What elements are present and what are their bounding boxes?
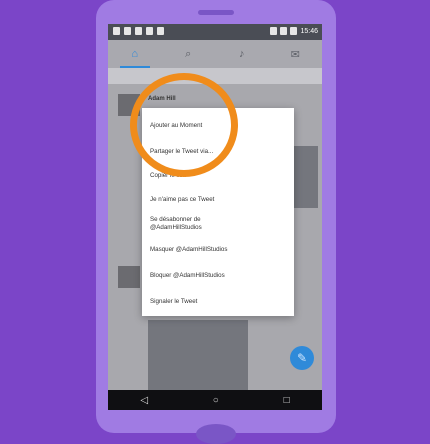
menu-item-dislike-tweet[interactable]: Je n'aime pas ce Tweet <box>150 196 290 204</box>
signal-icon <box>270 27 278 35</box>
tab-bar: ⌂ ⌕ ♪ ✉ <box>108 40 322 68</box>
tab-search[interactable]: ⌕ <box>162 40 216 68</box>
menu-item-unfollow[interactable]: Se désabonner de @AdamHillStudios <box>150 216 290 232</box>
compose-icon: ✎ <box>296 351 308 365</box>
tab-messages[interactable]: ✉ <box>269 40 323 68</box>
tweet-image[interactable] <box>290 146 318 208</box>
notification-icon <box>124 27 131 35</box>
notification-icon <box>113 27 120 35</box>
home-nav-icon[interactable]: ○ <box>213 395 219 406</box>
compose-tweet-button[interactable]: ✎ <box>290 346 314 370</box>
status-icons-right: 15:46 <box>270 27 318 35</box>
notifications-icon: ♪ <box>239 48 245 60</box>
battery-icon <box>290 27 298 35</box>
notification-icon <box>146 27 153 35</box>
tab-home[interactable]: ⌂ <box>108 40 162 68</box>
home-icon: ⌂ <box>131 48 139 60</box>
highlight-circle <box>130 73 238 177</box>
notification-icon <box>135 27 142 35</box>
notification-icon <box>157 27 164 35</box>
recents-icon[interactable]: □ <box>284 395 290 406</box>
menu-item-unfollow-label: Se désabonner de <box>150 216 201 223</box>
status-time: 15:46 <box>300 27 318 35</box>
status-bar: 15:46 <box>108 24 322 40</box>
phone-home-button <box>196 424 236 444</box>
avatar[interactable] <box>118 266 140 288</box>
tab-notifications[interactable]: ♪ <box>215 40 269 68</box>
status-icons-left <box>113 27 164 35</box>
phone-speaker <box>198 10 234 15</box>
android-nav-bar: ◁ ○ □ <box>108 390 322 410</box>
menu-item-report[interactable]: Signaler le Tweet <box>150 298 290 306</box>
search-icon: ⌕ <box>185 47 192 60</box>
menu-item-mute[interactable]: Masquer @AdamHillStudios <box>150 246 290 254</box>
menu-item-block[interactable]: Bloquer @AdamHillStudios <box>150 272 290 280</box>
tweet-image[interactable] <box>148 320 248 390</box>
back-icon[interactable]: ◁ <box>140 395 148 406</box>
menu-item-unfollow-handle: @AdamHillStudios <box>150 224 202 231</box>
messages-icon: ✉ <box>290 48 300 61</box>
wifi-icon <box>280 27 288 35</box>
